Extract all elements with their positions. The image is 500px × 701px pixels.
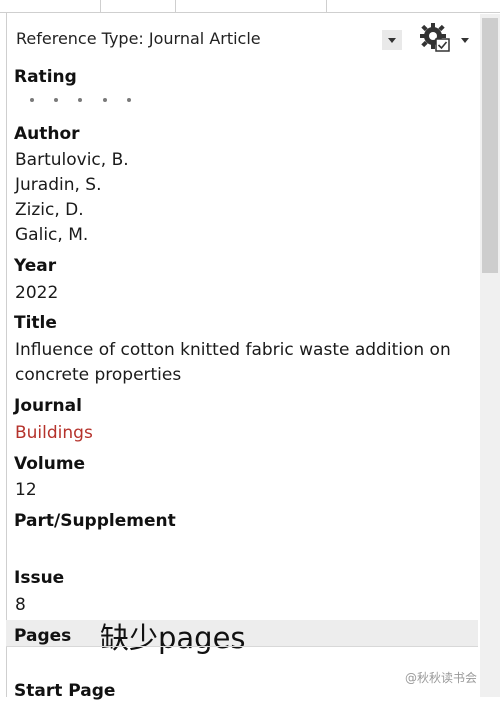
issue-field[interactable]: 8: [15, 595, 26, 615]
tab-divider: [326, 0, 327, 12]
reference-type-dropdown[interactable]: [382, 30, 402, 50]
rating-label: Rating: [14, 67, 77, 87]
rating-star[interactable]: [54, 98, 58, 102]
part-supplement-label: Part/Supplement: [14, 511, 176, 531]
rating-star[interactable]: [30, 98, 34, 102]
reference-type-label: Reference Type:: [16, 29, 144, 48]
settings-menu-button[interactable]: [418, 22, 474, 56]
reference-type-value: Journal Article: [148, 29, 261, 48]
gear-with-check-icon: [420, 23, 450, 52]
year-field[interactable]: 2022: [15, 283, 58, 303]
author-entry: Bartulovic, B.: [15, 150, 129, 170]
part-supplement-field[interactable]: [15, 538, 475, 560]
tab-divider: [100, 0, 101, 12]
author-label: Author: [14, 124, 80, 144]
volume-field[interactable]: 12: [15, 480, 37, 500]
journal-label: Journal: [14, 396, 82, 416]
year-label: Year: [14, 256, 57, 276]
journal-field[interactable]: Buildings: [15, 423, 93, 443]
scrollbar-thumb[interactable]: [482, 18, 498, 273]
pages-label: Pages: [14, 626, 72, 646]
watermark: @秋秋读书会: [405, 671, 478, 685]
rating-star[interactable]: [127, 98, 131, 102]
rating-control[interactable]: [30, 98, 140, 108]
volume-label: Volume: [14, 454, 86, 474]
title-line: concrete properties: [15, 365, 182, 385]
author-entry: Galic, M.: [15, 225, 89, 245]
title-field[interactable]: Influence of cotton knitted fabric waste…: [15, 338, 451, 388]
chevron-down-icon: [388, 37, 396, 43]
author-field[interactable]: Bartulovic, B. Juradin, S. Zizic, D. Gal…: [15, 148, 129, 248]
tab-divider: [175, 0, 176, 12]
rating-star[interactable]: [78, 98, 82, 102]
pages-field[interactable]: [6, 646, 478, 671]
author-entry: Juradin, S.: [15, 175, 102, 195]
start-page-label: Start Page: [14, 681, 116, 701]
title-label: Title: [14, 313, 57, 333]
rating-star[interactable]: [103, 98, 107, 102]
reference-type-display[interactable]: Reference Type: Journal Article: [16, 29, 261, 48]
title-line: Influence of cotton knitted fabric waste…: [15, 340, 451, 360]
reference-type-row: Reference Type: Journal Article: [6, 14, 478, 64]
author-entry: Zizic, D.: [15, 200, 84, 220]
issue-label: Issue: [14, 568, 65, 588]
chevron-down-icon: [461, 38, 469, 43]
